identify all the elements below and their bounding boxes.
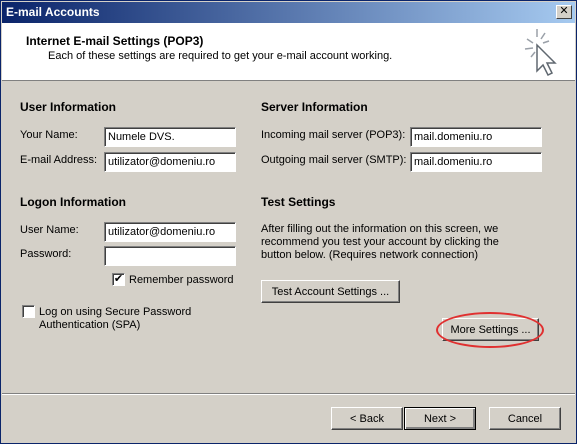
spa-label-line1: Log on using Secure Password [39,306,192,318]
server-information-heading: Server Information [261,100,368,114]
remember-password-label: Remember password [129,274,234,286]
spa-label-line2: Authentication (SPA) [39,319,141,331]
highlight-ring [436,312,544,348]
cancel-button[interactable]: Cancel [489,407,561,430]
test-account-settings-button[interactable]: Test Account Settings ... [261,280,400,303]
user-information-heading: User Information [20,100,117,114]
email-accounts-window: E-mail Accounts ✕ Internet E-mail Settin… [0,0,577,444]
test-settings-heading: Test Settings [261,195,336,209]
outgoing-server-label: Outgoing mail server (SMTP): [261,154,407,166]
password-field[interactable] [104,246,236,266]
logon-information-heading: Logon Information [20,195,126,209]
email-address-label: E-mail Address: [20,154,98,166]
remember-password-checkbox[interactable]: ✔ [112,273,125,286]
next-button[interactable]: Next > [404,407,476,430]
wizard-header: Internet E-mail Settings (POP3) Each of … [2,23,575,81]
spa-checkbox[interactable] [22,305,35,318]
title-bar: E-mail Accounts ✕ [2,2,575,23]
user-name-label: User Name: [20,224,79,236]
back-button[interactable]: < Back [331,407,403,430]
outgoing-server-field[interactable]: mail.domeniu.ro [410,152,542,172]
test-settings-description-3: button below. (Requires network connecti… [261,249,479,261]
your-name-field[interactable]: Numele DVS. [104,127,236,147]
page-subtitle: Each of these settings are required to g… [48,50,393,62]
window-title: E-mail Accounts [6,5,100,19]
incoming-server-field[interactable]: mail.domeniu.ro [410,127,542,147]
page-title: Internet E-mail Settings (POP3) [26,34,204,48]
footer-divider [2,393,575,395]
close-icon[interactable]: ✕ [556,5,572,19]
test-settings-description-1: After filling out the information on thi… [261,223,499,235]
test-settings-description-2: recommend you test your account by click… [261,236,499,248]
wizard-wand-icon [524,29,557,77]
password-label: Password: [20,248,72,260]
your-name-label: Your Name: [20,129,78,141]
incoming-server-label: Incoming mail server (POP3): [261,129,406,141]
user-name-field[interactable]: utilizator@domeniu.ro [104,222,236,242]
email-address-field[interactable]: utilizator@domeniu.ro [104,152,236,172]
